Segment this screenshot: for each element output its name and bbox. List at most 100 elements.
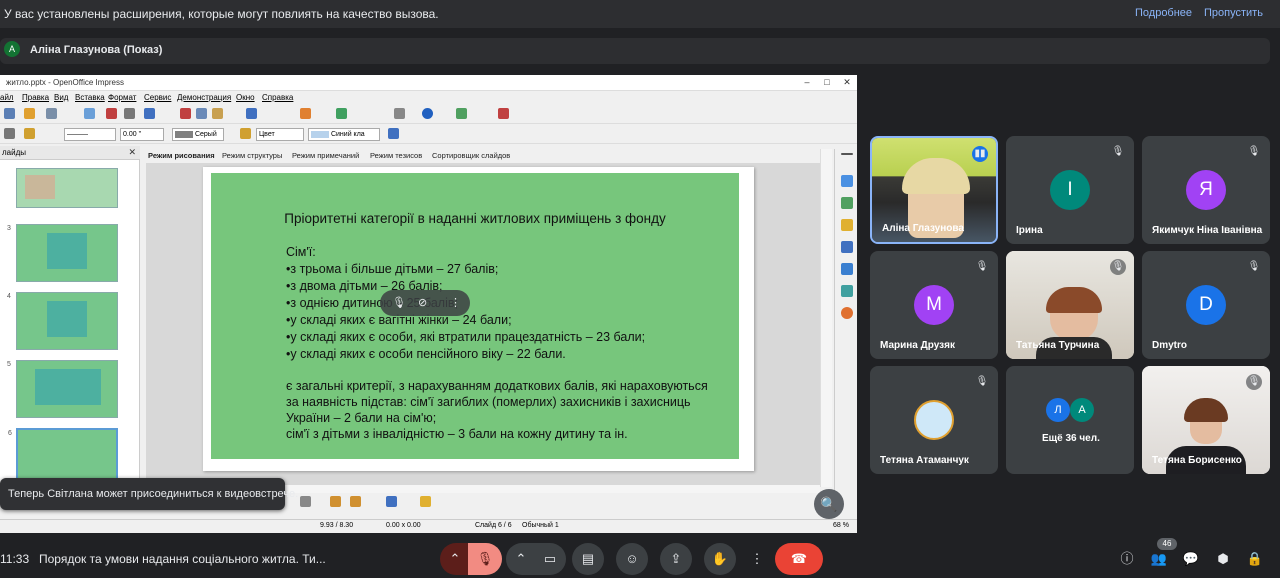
master-pages-icon[interactable]: [841, 197, 853, 209]
new-icon[interactable]: [4, 108, 15, 119]
tab-notes[interactable]: Режим примечаний: [292, 151, 359, 160]
zoom-icon[interactable]: [394, 108, 405, 119]
slide-thumb-4[interactable]: 4: [7, 292, 118, 350]
fill-type-select[interactable]: Цвет: [256, 128, 304, 141]
camera-toggle-button[interactable]: ▭: [534, 543, 566, 575]
close-panel-icon[interactable]: ✕: [128, 147, 136, 158]
audio-options-button[interactable]: ⌃: [440, 543, 470, 575]
slide-thumb-5[interactable]: 5: [7, 360, 118, 418]
copy-icon[interactable]: [196, 108, 207, 119]
activities-icon[interactable]: ⬢: [1214, 550, 1232, 568]
save-icon[interactable]: [46, 108, 57, 119]
mic-off-icon: 🎙: [975, 376, 989, 387]
mic-off-icon[interactable]: 🎙: [392, 296, 406, 309]
more-options-button[interactable]: ⋮: [746, 543, 768, 575]
menu-format[interactable]: Формат: [108, 93, 136, 102]
thumb-image: [35, 369, 101, 405]
layouts-icon[interactable]: [841, 219, 853, 231]
menu-slideshow[interactable]: Демонстрация: [177, 93, 231, 102]
tab-drawing[interactable]: Режим рисования: [148, 151, 215, 160]
meeting-title: Порядок та умови надання соціального жит…: [39, 552, 326, 566]
tab-handout[interactable]: Режим тезисов: [370, 151, 422, 160]
hyperlink-icon[interactable]: [336, 108, 347, 119]
tab-outline[interactable]: Режим структуры: [222, 151, 282, 160]
chat-icon[interactable]: 💬: [1182, 550, 1200, 568]
edit-icon[interactable]: [84, 108, 95, 119]
help-icon[interactable]: [422, 108, 433, 119]
participant-tile[interactable]: 🎙 D Dmytro: [1142, 251, 1270, 359]
vertical-scrollbar[interactable]: [820, 149, 832, 487]
participant-tile[interactable]: 🎙 Татьяна Турчина: [1006, 251, 1134, 359]
zoom-button[interactable]: 🔍: [814, 489, 844, 519]
table-design-icon[interactable]: [841, 241, 853, 253]
effects-icon[interactable]: [386, 496, 397, 507]
presenter-floating-controls: 🎙 ⊘ ⋮: [380, 290, 470, 316]
menu-window[interactable]: Окно: [236, 93, 255, 102]
menu-tools[interactable]: Сервис: [144, 93, 171, 102]
menu-insert[interactable]: Вставка: [75, 93, 105, 102]
slide-line: •у складі яких є особи пенсійного віку –…: [286, 347, 566, 361]
properties-icon[interactable]: [841, 175, 853, 187]
line-color-select[interactable]: Серый: [172, 128, 224, 141]
mic-off-icon[interactable]: ⊘: [418, 296, 427, 309]
info-icon[interactable]: ⓘ: [1118, 550, 1136, 568]
format-icon[interactable]: [4, 128, 15, 139]
image-tool-icon[interactable]: [350, 496, 361, 507]
undo-icon[interactable]: [246, 108, 257, 119]
participant-tile[interactable]: 🎙 М Марина Друзяк: [870, 251, 998, 359]
video-options-button[interactable]: ⌃: [506, 543, 536, 575]
navigator-icon[interactable]: [841, 307, 853, 319]
people-icon[interactable]: 👥: [1150, 550, 1168, 568]
paste-icon[interactable]: [212, 108, 223, 119]
slideshow-icon[interactable]: [498, 108, 509, 119]
raise-hand-button[interactable]: ✋: [704, 543, 736, 575]
fill-color-select[interactable]: Синий кла: [308, 128, 380, 141]
slide-line: сім'ї з дітьми з інвалідністю – 3 бали н…: [286, 427, 628, 441]
captions-button[interactable]: ▤: [572, 543, 604, 575]
minimize-icon[interactable]: –: [800, 76, 814, 88]
leave-call-button[interactable]: ☎: [775, 543, 823, 575]
image-tool-icon[interactable]: [330, 496, 341, 507]
menu-edit[interactable]: Правка: [22, 93, 49, 102]
more-participants-tile[interactable]: Л А Ещё 36 чел.: [1006, 366, 1134, 474]
present-button[interactable]: ⇪: [660, 543, 692, 575]
menu-icon[interactable]: [841, 153, 853, 155]
tab-sorter[interactable]: Сортировщик слайдов: [432, 151, 510, 160]
transition-icon[interactable]: [841, 285, 853, 297]
emoji-button[interactable]: ☺: [616, 543, 648, 575]
slide-canvas[interactable]: Пріоритетні категорії в наданні житлових…: [146, 163, 820, 485]
skip-link[interactable]: Пропустить: [1204, 7, 1263, 19]
line-tool-icon[interactable]: [300, 496, 311, 507]
participant-tile[interactable]: 🎙 І Ірина: [1006, 136, 1134, 244]
slide-thumb-3[interactable]: 3: [7, 224, 118, 282]
more-icon[interactable]: ⋮: [450, 296, 461, 309]
print-icon[interactable]: [124, 108, 135, 119]
menu-help[interactable]: Справка: [262, 93, 293, 102]
line-style-select[interactable]: ———: [64, 128, 116, 141]
cut-icon[interactable]: [180, 108, 191, 119]
maximize-icon[interactable]: □: [820, 76, 834, 88]
spellcheck-icon[interactable]: [144, 108, 155, 119]
participant-tile[interactable]: 🎙 Тетяна Атаманчук: [870, 366, 998, 474]
animation-icon[interactable]: [841, 263, 853, 275]
menu-view[interactable]: Вид: [54, 93, 68, 102]
export-pdf-icon[interactable]: [106, 108, 117, 119]
open-icon[interactable]: [24, 108, 35, 119]
mic-toggle-button[interactable]: 🎙: [468, 543, 502, 575]
menu-file[interactable]: айл: [0, 93, 14, 102]
close-icon[interactable]: ✕: [840, 76, 854, 88]
slide-icon[interactable]: [456, 108, 467, 119]
participant-tile[interactable]: 🎙 Тетяна Борисенко: [1142, 366, 1270, 474]
participant-tile[interactable]: ▮▮ Аліна Глазунова: [870, 136, 998, 244]
participant-tile[interactable]: 🎙 Я Якимчук Ніна Іванівна: [1142, 136, 1270, 244]
shadow-icon[interactable]: [388, 128, 399, 139]
line-width-input[interactable]: 0.00 ": [120, 128, 164, 141]
host-controls-icon[interactable]: 🔒: [1246, 550, 1264, 568]
chart-icon[interactable]: [300, 108, 311, 119]
details-link[interactable]: Подробнее: [1135, 7, 1192, 19]
shapes-icon[interactable]: [420, 496, 431, 507]
area-icon[interactable]: [240, 128, 251, 139]
line-style-icon[interactable]: [24, 128, 35, 139]
slide-thumb-2[interactable]: [16, 168, 118, 208]
standard-toolbar: [0, 105, 857, 124]
